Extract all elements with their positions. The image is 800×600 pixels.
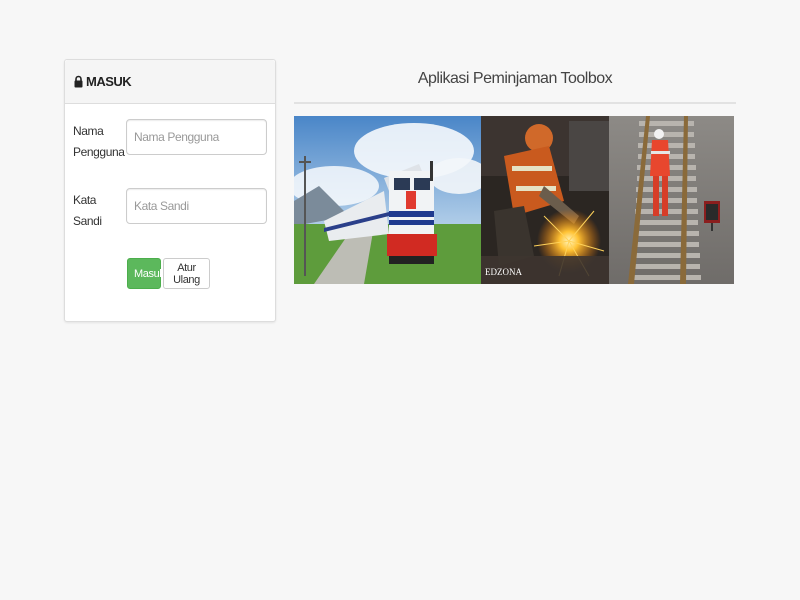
railway-track-worker-photo xyxy=(609,116,734,284)
login-button[interactable]: Masuk xyxy=(127,258,165,289)
password-input[interactable] xyxy=(126,188,267,224)
title-divider xyxy=(294,102,736,104)
password-label: Kata Sandi xyxy=(73,193,102,228)
reset-button[interactable]: Atur Ulang xyxy=(163,258,210,289)
login-panel: MASUK Nama Pengguna Kata Sandi Masuk Atu… xyxy=(64,59,276,322)
login-panel-title: MASUK xyxy=(86,74,132,89)
banner-watermark: EDZONA xyxy=(485,267,522,277)
train-photo xyxy=(294,116,489,284)
welding-worker-photo: EDZONA xyxy=(481,116,609,284)
username-input[interactable] xyxy=(126,119,267,155)
username-label: Nama Pengguna xyxy=(73,124,125,159)
banner-image: EDZONA xyxy=(294,116,734,284)
login-panel-heading: MASUK xyxy=(65,60,275,104)
app-title: Aplikasi Peminjaman Toolbox xyxy=(417,70,613,87)
lock-icon xyxy=(74,75,83,88)
